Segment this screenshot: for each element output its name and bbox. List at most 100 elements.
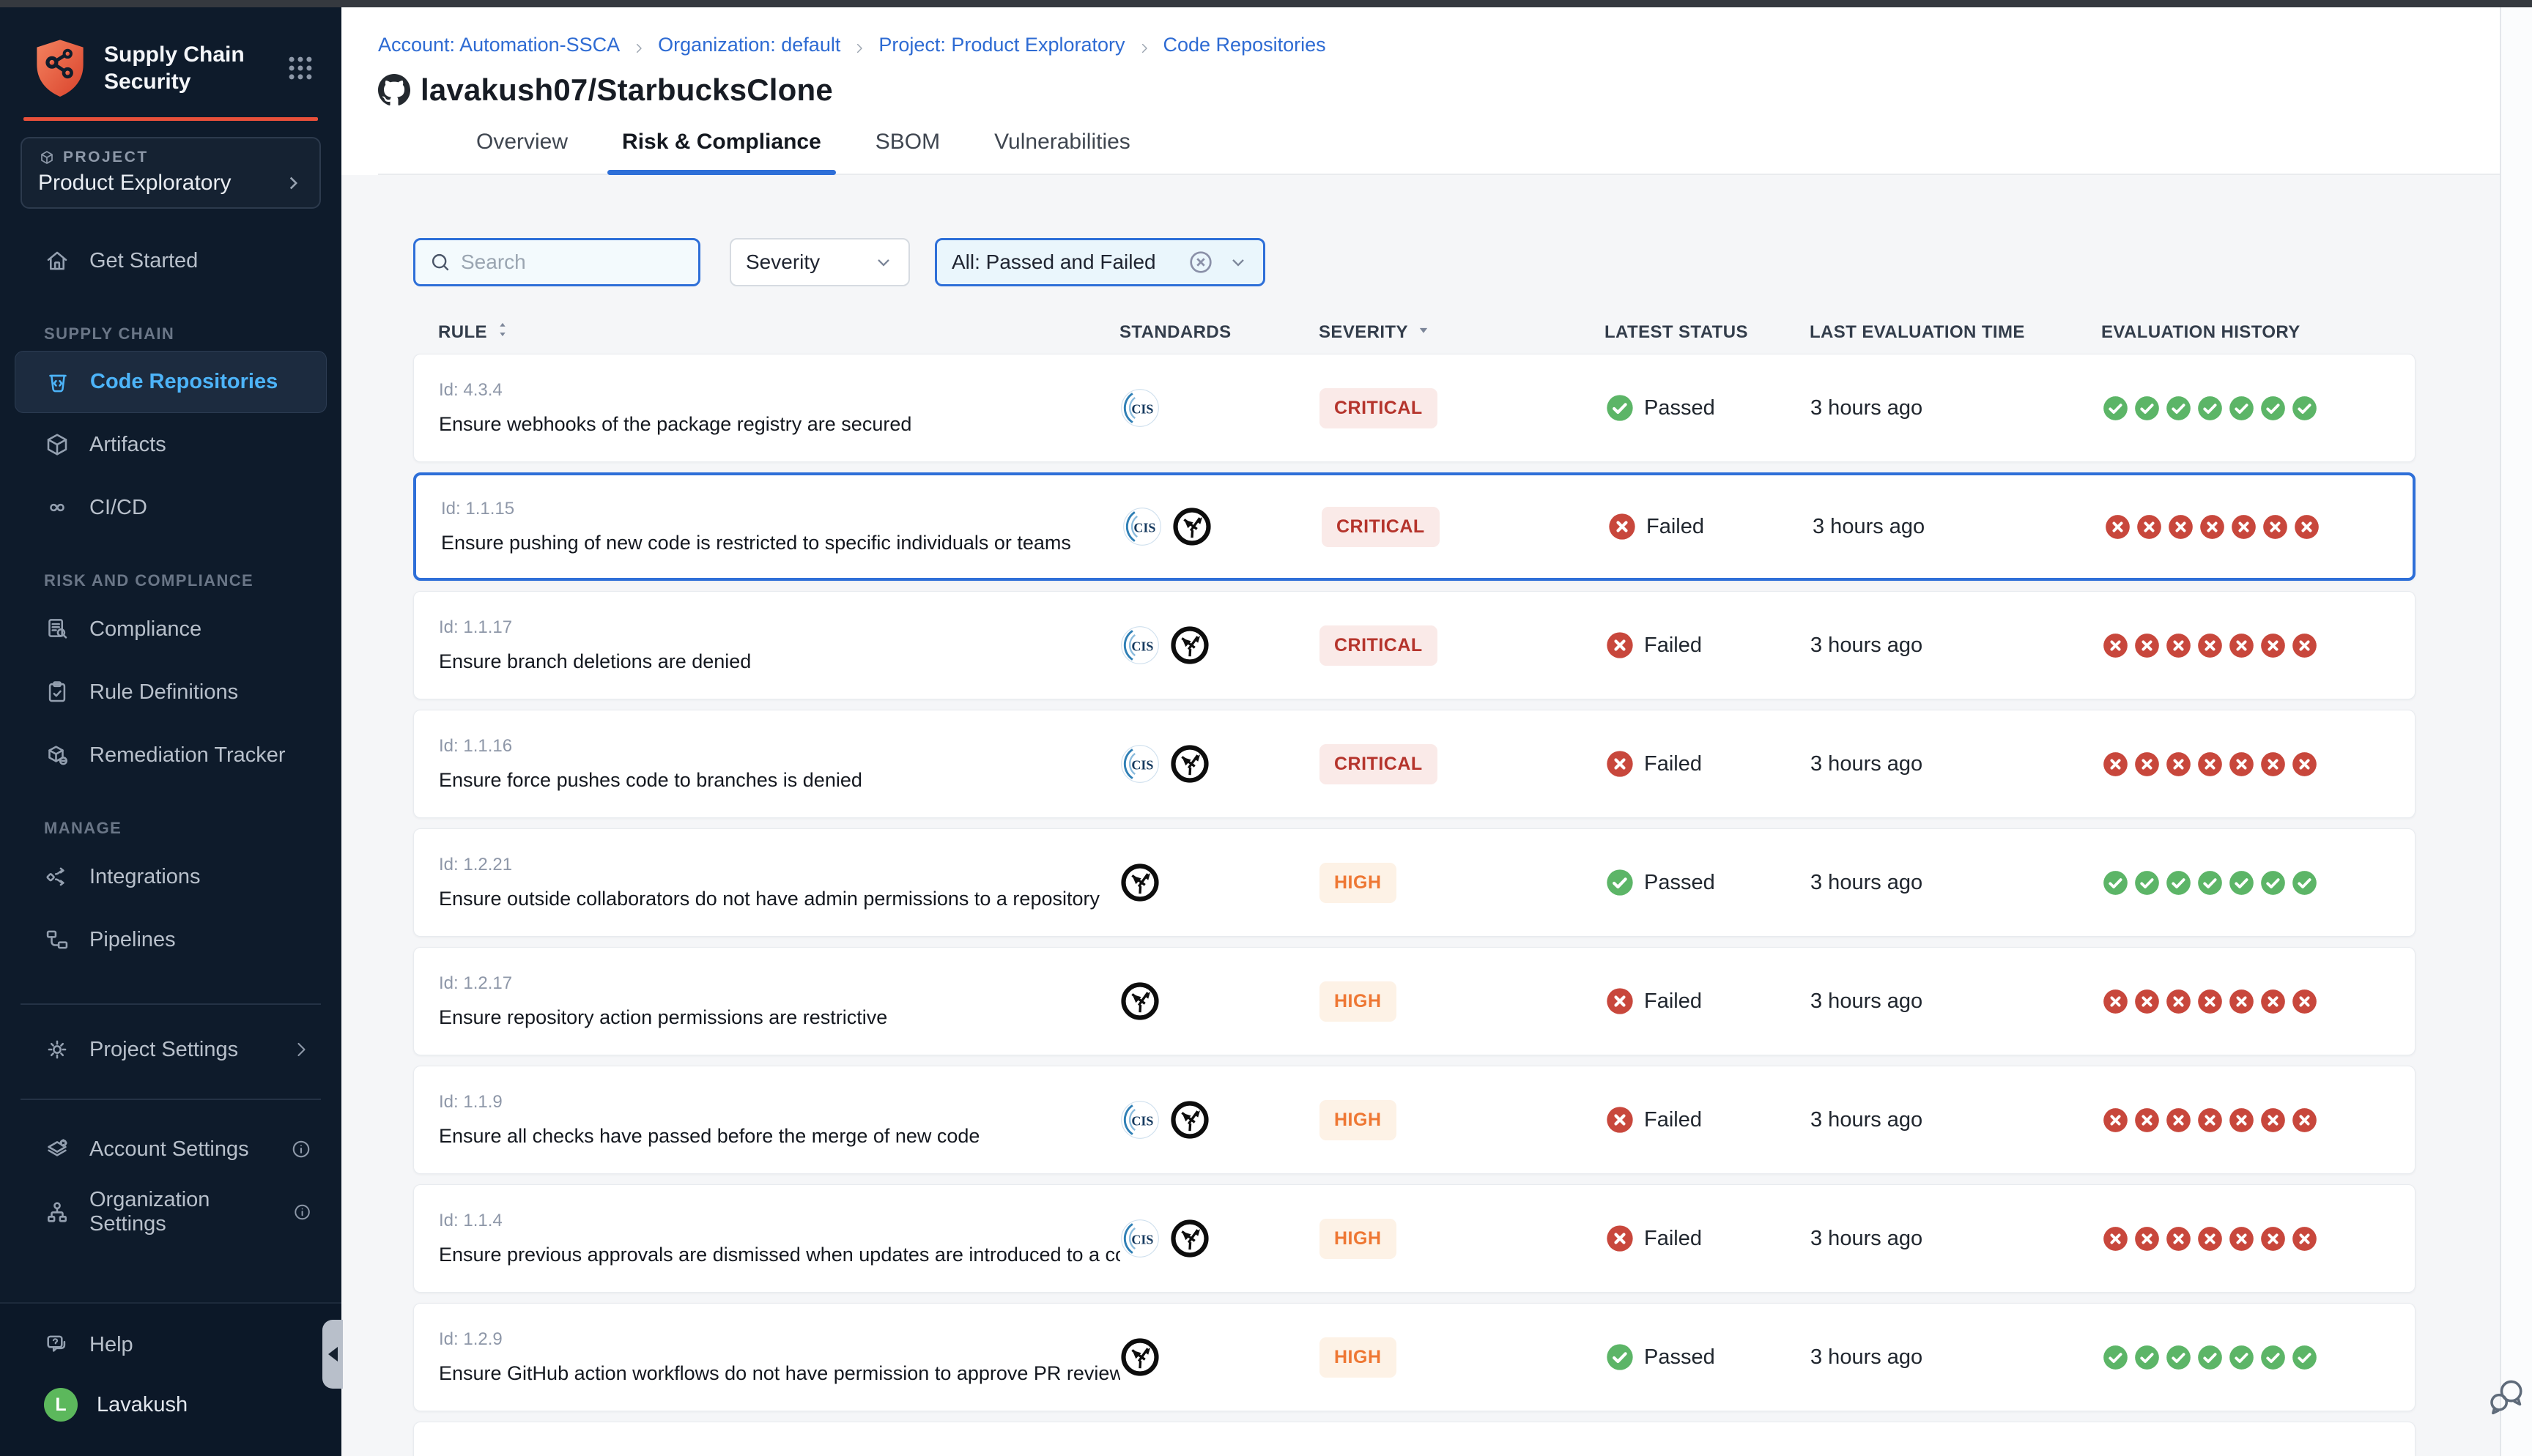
tab-overview[interactable]: Overview [462, 115, 582, 174]
severity-badge: CRITICAL [1322, 507, 1440, 547]
x-circle-icon [2165, 751, 2192, 778]
check-circle-icon [2133, 395, 2161, 422]
table-row[interactable]: Id: 1.1.17Ensure branch deletions are de… [413, 591, 2416, 699]
sidebar-item-project-settings[interactable]: Project Settings [0, 1018, 341, 1081]
x-circle-icon [2293, 513, 2320, 541]
sidebar-item-pipelines[interactable]: Pipelines [0, 908, 341, 971]
rule-id: Id: 1.1.9 [439, 1092, 1120, 1113]
sidebar-item-label: Project Settings [89, 1038, 238, 1062]
avatar: L [44, 1388, 78, 1422]
sidebar-item-compliance[interactable]: Compliance [0, 598, 341, 661]
integrations-icon [44, 863, 70, 890]
rule-cell: Id: 1.2.21Ensure outside collaborators d… [439, 855, 1120, 910]
project-selector[interactable]: PROJECT Product Exploratory [21, 137, 321, 209]
table-row[interactable]: Id: 1.2.21Ensure outside collaborators d… [413, 828, 2416, 937]
help-chat-icon [44, 1331, 70, 1358]
breadcrumb-link-project-product-exploratory[interactable]: Project: Product Exploratory [878, 34, 1125, 56]
last-evaluation-time: 3 hours ago [1810, 989, 2102, 1014]
severity-filter-dropdown[interactable]: Severity [730, 238, 910, 286]
x-circle-icon [2291, 1107, 2318, 1134]
chat-support-icon[interactable] [2485, 1374, 2529, 1421]
column-header-rule[interactable]: RULE [438, 320, 1119, 344]
table-row[interactable]: Id: 4.3.4Ensure webhooks of the package … [413, 354, 2416, 462]
severity-cell: CRITICAL [1319, 388, 1605, 428]
clear-filter-icon[interactable] [1187, 248, 1215, 276]
sidebar-item-integrations[interactable]: Integrations [0, 845, 341, 908]
sidebar-footer-nav: Project Settings Account Settings Organiza… [0, 1018, 341, 1244]
code-repo-icon [45, 369, 71, 395]
status-label: Passed [1644, 871, 1715, 895]
x-circle-icon [2102, 1107, 2129, 1134]
x-circle-icon [2291, 632, 2318, 659]
column-header-evaluation-history: EVALUATION HISTORY [2101, 322, 2391, 343]
status-label: Failed [1644, 1227, 1702, 1251]
x-circle-icon [2291, 751, 2318, 778]
rule-cell: Id: 4.3.4Ensure webhooks of the package … [439, 380, 1120, 436]
table-row[interactable]: Id: 1.2.17Ensure repository action permi… [413, 947, 2416, 1055]
svg-text:CIS: CIS [1131, 757, 1153, 772]
tab-sbom[interactable]: SBOM [861, 115, 955, 174]
scrollbar-track[interactable] [2500, 7, 2532, 1456]
rule-id: Id: 1.1.4 [439, 1211, 1120, 1231]
info-icon[interactable] [292, 1201, 312, 1223]
rule-id: Id: 1.1.15 [441, 499, 1122, 519]
tab-vulnerabilities[interactable]: Vulnerabilities [980, 115, 1145, 174]
sidebar-item-artifacts[interactable]: Artifacts [0, 413, 341, 476]
page-title: lavakush07/StarbucksClone [421, 73, 833, 108]
status-label: Passed [1644, 1345, 1715, 1370]
sidebar-item-label: Organization Settings [89, 1188, 273, 1236]
last-evaluation-time: 3 hours ago [1810, 396, 2102, 420]
rule-name: Ensure GitHub action workflows do not ha… [439, 1362, 1120, 1385]
sidebar-item-rule-definitions[interactable]: Rule Definitions [0, 661, 341, 724]
table-row[interactable]: Id: 1.1.4Ensure previous approvals are d… [413, 1184, 2416, 1293]
search-input[interactable] [461, 250, 685, 274]
sidebar-item-get-started[interactable]: Get Started [0, 229, 341, 292]
cicd-icon [44, 494, 70, 521]
sidebar-item-label: Code Repositories [90, 370, 278, 394]
sidebar-section-manage: MANAGE [44, 819, 341, 838]
owasp-icon [1120, 1337, 1160, 1377]
column-header-label: LAST EVALUATION TIME [1810, 322, 2025, 343]
breadcrumb: Account: Automation-SSCA Organization: de… [378, 34, 2500, 56]
sidebar-item-help[interactable]: Help [0, 1317, 341, 1373]
sidebar-item-code-repositories[interactable]: Code Repositories [15, 351, 327, 413]
table-row[interactable]: Id: 1.2.9Ensure GitHub action workflows … [413, 1303, 2416, 1411]
status-filter-dropdown[interactable]: All: Passed and Failed [935, 238, 1265, 286]
check-circle-icon [2133, 1344, 2161, 1371]
rule-name: Ensure all checks have passed before the… [439, 1125, 1120, 1148]
table-row[interactable]: Id: 1.1.5CISHIGHFailed3 hours ago [413, 1422, 2416, 1456]
apps-grid-icon[interactable] [284, 52, 316, 84]
sidebar: Supply Chain Security PROJECT Product Ex… [0, 0, 341, 1456]
column-header-severity[interactable]: SEVERITY [1319, 320, 1604, 344]
sidebar-user[interactable]: L Lavakush [0, 1373, 341, 1437]
check-circle-icon [2259, 1344, 2287, 1371]
standards-cell: CIS [1120, 1219, 1319, 1258]
breadcrumb-link-organization-default[interactable]: Organization: default [658, 34, 840, 56]
sidebar-section-supply-chain: SUPPLY CHAIN [44, 324, 341, 343]
search-box [413, 238, 700, 286]
sidebar-collapse-handle[interactable] [322, 1320, 343, 1389]
table-row[interactable]: Id: 1.1.9 Ensure all checks have passed b… [413, 1066, 2416, 1174]
sidebar-item-organization-settings[interactable]: Organization Settings [0, 1181, 341, 1244]
sidebar-item-account-settings[interactable]: Account Settings [0, 1118, 341, 1181]
sort-icon [493, 320, 512, 344]
tab-risk-compliance[interactable]: Risk & Compliance [607, 115, 836, 174]
sidebar-item-remediation-tracker[interactable]: Remediation Tracker [0, 724, 341, 787]
sidebar-item-ci-cd[interactable]: CI/CD [0, 476, 341, 539]
evaluation-history-cell [2102, 988, 2390, 1015]
breadcrumb-link-account-automation-ssca[interactable]: Account: Automation-SSCA [378, 34, 620, 56]
sidebar-section-risk-and-compliance: RISK AND COMPLIANCE [44, 571, 341, 590]
breadcrumb-link-code-repositories[interactable]: Code Repositories [1163, 34, 1326, 56]
info-icon[interactable] [290, 1138, 312, 1160]
evaluation-history-cell [2102, 632, 2390, 659]
check-circle-icon [1605, 868, 1635, 897]
filters-row: Severity All: Passed and Failed [413, 238, 2500, 286]
table-row[interactable]: Id: 1.1.15Ensure pushing of new code is … [413, 472, 2416, 581]
severity-cell: CRITICAL [1319, 744, 1605, 784]
rule-name: Ensure branch deletions are denied [439, 650, 1120, 673]
check-circle-icon [2165, 395, 2192, 422]
sidebar-nav: Get Started SUPPLY CHAIN Code Repositories… [0, 229, 341, 971]
severity-badge: HIGH [1319, 1337, 1396, 1378]
status-label: Passed [1644, 396, 1715, 420]
table-row[interactable]: Id: 1.1.16Ensure force pushes code to br… [413, 710, 2416, 818]
